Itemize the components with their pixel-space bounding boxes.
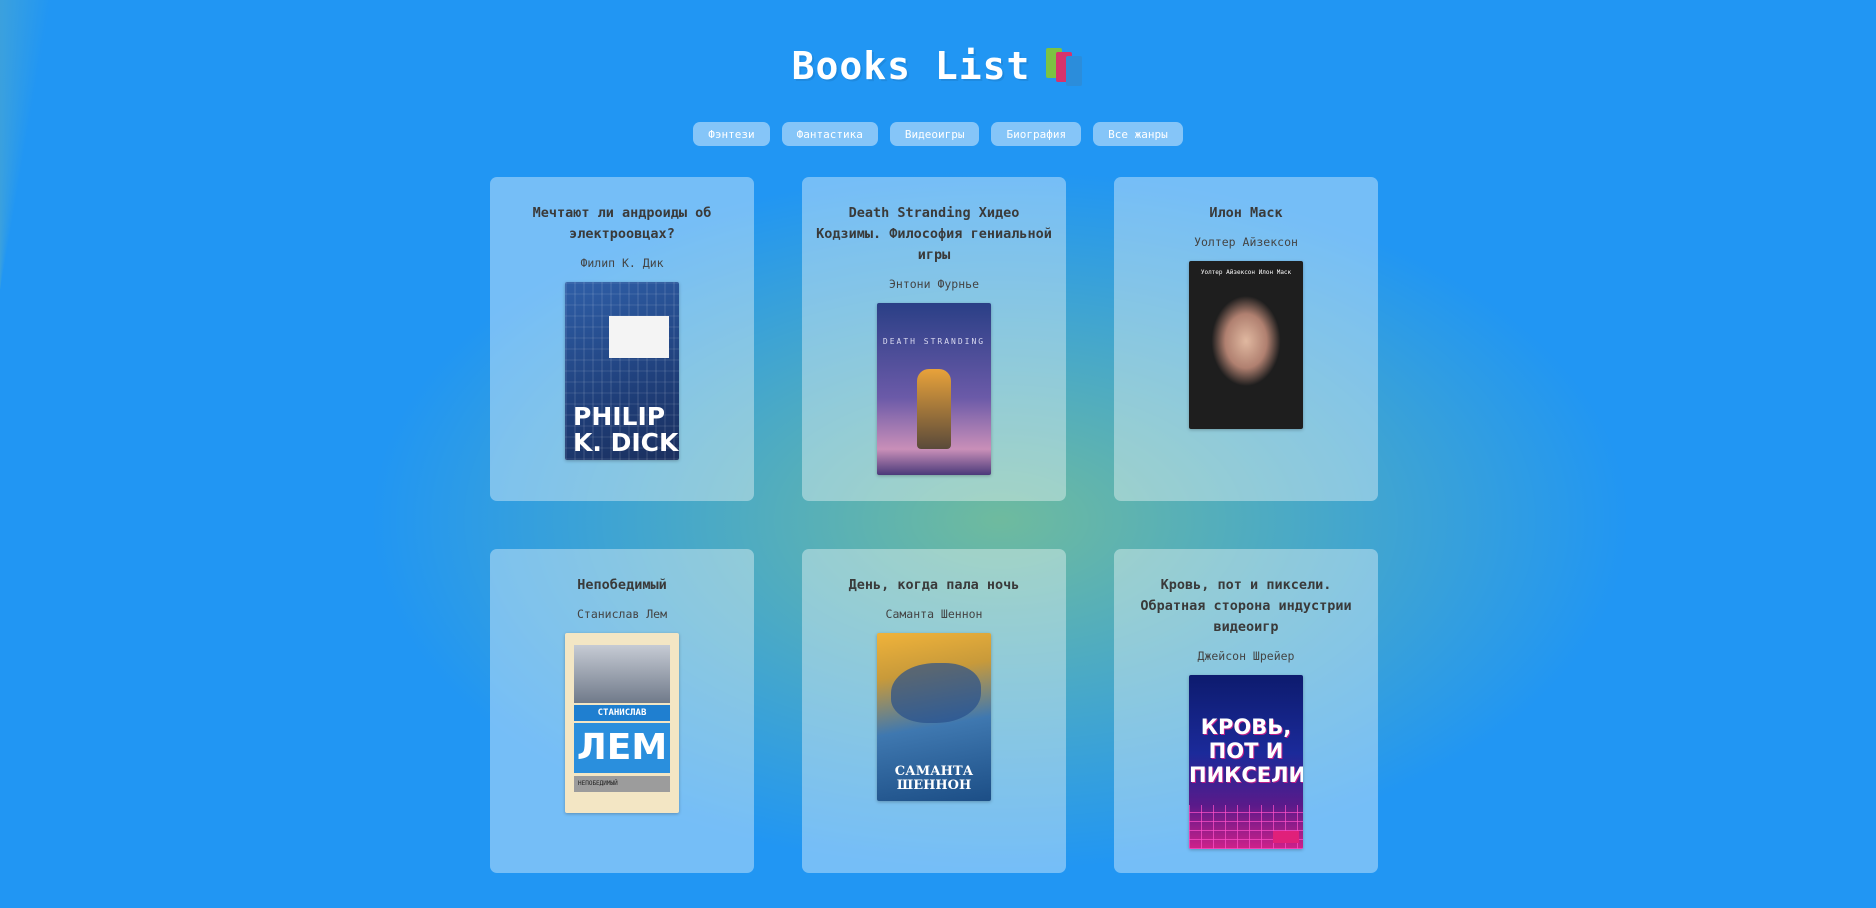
book-author: Саманта Шеннон [885,607,983,621]
book-card[interactable]: Непобедимый Станислав Лем СТАНИСЛАВ ЛЕМ … [490,549,754,873]
header: Books List [0,44,1876,88]
book-author: Станислав Лем [576,607,667,621]
cover-text: САМАНТА ШЕННОН [894,764,974,793]
filter-videogames-button[interactable]: Видеоигры [889,122,980,146]
book-author: Уолтер Айзексон [1194,235,1298,249]
book-card[interactable]: Илон Маск Уолтер Айзексон Уолтер Айзексо… [1114,177,1378,501]
book-title: Илон Маск [1209,205,1283,221]
book-cover: СТАНИСЛАВ ЛЕМ НЕПОБЕДИМЫЙ [565,633,679,813]
book-title: Мечтают ли андроиды об электроовцах? [532,205,712,242]
genre-filters: Фэнтези Фантастика Видеоигры Биография В… [0,122,1876,146]
cover-text: КРОВЬ, ПОТ И ПИКСЕЛИ [1189,715,1303,787]
book-title: Непобедимый [577,577,667,593]
cover-text: PHILIP K. DICK [573,402,679,457]
page: Books List Фэнтези Фантастика Видеоигры … [0,0,1876,908]
cover-name: СТАНИСЛАВ [574,705,670,721]
cover-text: Уолтер Айзексон Илон Маск [1200,269,1292,276]
page-title: Books List [792,44,1085,88]
book-title: Death Stranding Хидео Кодзимы. Философия… [816,205,1052,263]
cover-text: DEATH STRANDING [882,337,986,346]
book-cover: DEATH STRANDING [877,303,991,475]
book-cover: Уолтер Айзексон Илон Маск [1189,261,1303,429]
book-author: Джейсон Шрейер [1197,649,1295,663]
page-title-text: Books List [791,44,1031,88]
book-card[interactable]: День, когда пала ночь Саманта Шеннон САМ… [802,549,1066,873]
cover-subtitle: НЕПОБЕДИМЫЙ [574,776,670,792]
book-card[interactable]: Мечтают ли андроиды об электроовцах? Фил… [490,177,754,501]
filter-all-genres-button[interactable]: Все жанры [1093,122,1183,146]
book-card[interactable]: Кровь, пот и пиксели. Обратная сторона и… [1114,549,1378,873]
book-cover: PHILIP K. DICK [565,282,679,460]
book-title: Кровь, пот и пиксели. Обратная сторона и… [1140,577,1352,635]
book-cover: КРОВЬ, ПОТ И ПИКСЕЛИ [1189,675,1303,849]
book-author: Энтони Фурнье [888,277,979,291]
cover-text: ЛЕМ [574,723,670,773]
filter-scifi-button[interactable]: Фантастика [781,122,878,146]
filter-fantasy-button[interactable]: Фэнтези [693,122,770,146]
books-grid: Мечтают ли андроиды об электроовцах? Фил… [490,177,1378,873]
book-card[interactable]: Death Stranding Хидео Кодзимы. Философия… [802,177,1066,501]
filter-biography-button[interactable]: Биография [991,122,1082,146]
books-icon [1044,48,1084,86]
book-title: День, когда пала ночь [848,577,1020,593]
book-author: Филип К. Дик [580,256,664,270]
book-cover: САМАНТА ШЕННОН [877,633,991,801]
